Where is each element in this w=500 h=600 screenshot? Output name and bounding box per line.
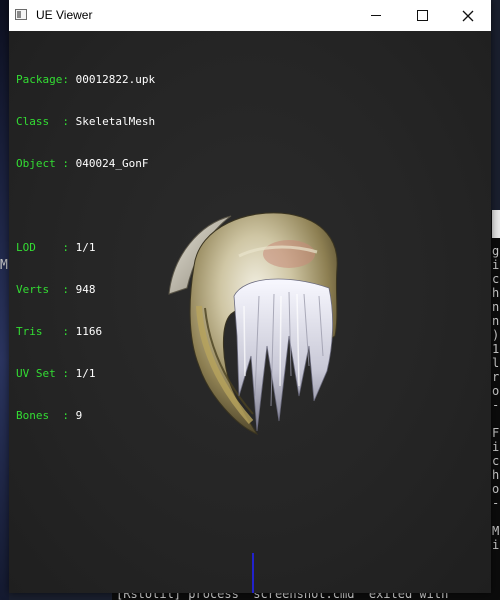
close-button[interactable] <box>445 0 491 31</box>
info-row-verts: Verts : 948 <box>16 283 155 297</box>
minimize-icon <box>371 15 381 16</box>
info-row-class: Class : SkeletalMesh <box>16 115 155 129</box>
terminal-char: M <box>492 524 500 538</box>
close-icon <box>462 10 474 21</box>
terminal-char: c <box>492 454 500 468</box>
terminal-char: h <box>492 286 500 300</box>
terminal-char: 1 <box>492 342 500 356</box>
info-value: 9 <box>75 409 83 422</box>
info-label: Tris : <box>16 325 69 338</box>
terminal-text-column: g i c h n n) 1 l r o - Ficho- Mi <box>492 244 499 552</box>
minimize-button[interactable] <box>353 0 399 31</box>
info-row-uvset: UV Set : 1/1 <box>16 367 155 381</box>
maximize-button[interactable] <box>399 0 445 31</box>
info-row-lod: LOD : 1/1 <box>16 241 155 255</box>
ue-viewer-window[interactable]: UE Viewer Package: 00012822.upk Class : … <box>9 0 491 593</box>
info-label: Class : <box>16 115 69 128</box>
terminal-char: o <box>492 482 500 496</box>
info-value: 1/1 <box>75 241 96 254</box>
terminal-char: - <box>492 398 500 412</box>
terminal-char: n <box>492 300 500 314</box>
title-bar[interactable]: UE Viewer <box>9 0 491 31</box>
info-value: 948 <box>75 283 96 296</box>
desktop-background <box>0 0 9 600</box>
terminal-char: h <box>492 468 500 482</box>
background-terminal: g i c h n n) 1 l r o - Ficho- Mi <box>490 210 500 600</box>
terminal-char: ) <box>492 328 500 342</box>
terminal-char: i <box>492 258 500 272</box>
info-label: Bones : <box>16 409 69 422</box>
terminal-char: i <box>492 538 500 552</box>
3d-viewport[interactable]: Package: 00012822.upk Class : SkeletalMe… <box>9 31 491 593</box>
info-row-tris: Tris : 1166 <box>16 325 155 339</box>
terminal-char: l <box>492 356 500 370</box>
desktop-partial-text: M <box>0 258 8 273</box>
info-row-package: Package: 00012822.upk <box>16 73 155 87</box>
info-spacer <box>16 199 155 213</box>
info-value: 040024_GonF <box>75 157 149 170</box>
terminal-char <box>492 412 499 426</box>
window-title: UE Viewer <box>36 8 93 22</box>
terminal-char: i <box>492 440 500 454</box>
terminal-char <box>492 510 499 524</box>
terminal-char: - <box>492 496 500 510</box>
info-value: 00012822.upk <box>75 73 156 86</box>
maximize-icon <box>416 10 428 21</box>
info-value: 1/1 <box>75 367 96 380</box>
info-label: LOD : <box>16 241 69 254</box>
info-label: Object : <box>16 157 69 170</box>
info-label: UV Set : <box>16 367 69 380</box>
app-window-icon <box>15 9 27 20</box>
info-row-bones: Bones : 9 <box>16 409 155 423</box>
info-row-object: Object : 040024_GonF <box>16 157 155 171</box>
info-value: SkeletalMesh <box>75 115 156 128</box>
terminal-char: F <box>492 426 500 440</box>
mesh-info-panel: Package: 00012822.upk Class : SkeletalMe… <box>16 45 155 451</box>
terminal-scrollbar[interactable] <box>492 210 500 238</box>
terminal-char: o <box>492 384 500 398</box>
terminal-char: g <box>492 244 500 258</box>
axis-indicator <box>252 553 254 593</box>
terminal-char: r <box>492 370 500 384</box>
terminal-char: c <box>492 272 500 286</box>
mesh-render <box>168 212 338 436</box>
info-value: 1166 <box>75 325 103 338</box>
info-label: Verts : <box>16 283 69 296</box>
info-label: Package: <box>16 73 69 86</box>
terminal-char: n <box>492 314 500 328</box>
